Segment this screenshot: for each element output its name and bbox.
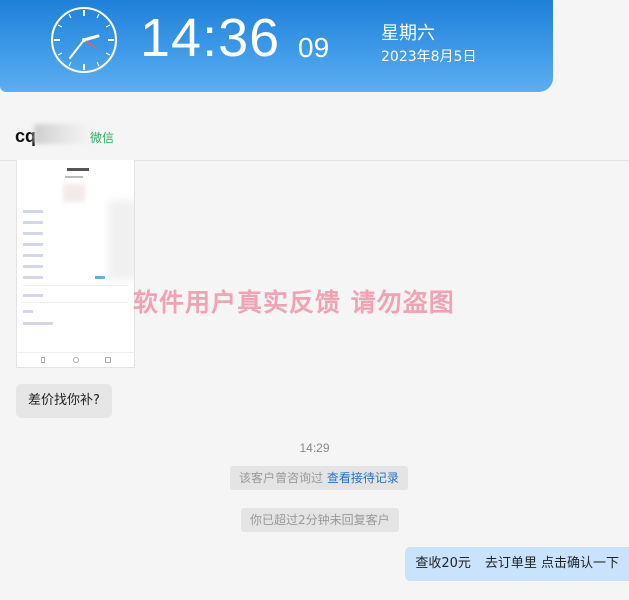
agent-reply-part1: 查收20元 xyxy=(415,556,471,571)
agent-message-bubble[interactable]: 查收20元 去订单里 点击确认一下 xyxy=(405,547,629,581)
thumb-nav-dot xyxy=(105,357,111,363)
analog-clock-icon xyxy=(51,7,117,73)
contact-name[interactable]: cq xyxy=(15,126,36,147)
channel-tag: 微信 xyxy=(90,131,115,145)
thumb-menu-line xyxy=(23,243,43,246)
thumb-nav-dot xyxy=(73,357,79,363)
thumb-menu-line xyxy=(23,294,43,297)
thumb-menu-line xyxy=(23,232,43,235)
thumb-menu-line xyxy=(23,210,43,213)
thumb-subtitle-block xyxy=(65,176,83,178)
thumb-divider xyxy=(23,302,128,303)
agent-reply-part2: 去订单里 点击确认一下 xyxy=(484,556,619,571)
thumb-header-block xyxy=(67,168,89,171)
thumb-blue-tag xyxy=(95,276,105,279)
view-reception-record-link[interactable]: 查看接待记录 xyxy=(327,471,399,485)
thumb-menu-line xyxy=(23,221,43,224)
shared-image-message[interactable] xyxy=(16,160,135,368)
clock-banner: 14:36 09 星期六 2023年8月5日 xyxy=(0,0,553,92)
thumb-menu-line xyxy=(23,276,43,279)
message-timestamp: 14:29 xyxy=(299,441,330,455)
watermark-text: 软件用户真实反馈 请勿盗图 xyxy=(133,288,455,317)
thumb-menu-line xyxy=(23,254,43,257)
thumb-menu-line xyxy=(23,310,33,313)
redacted-name-blur xyxy=(34,124,92,144)
thumb-nav-bar xyxy=(17,352,134,367)
clock-weekday: 星期六 xyxy=(381,23,435,44)
timeout-note: 你已超过2分钟未回复客户 xyxy=(241,508,399,532)
consult-history-note: 该客户曾咨询过 查看接待记录 xyxy=(230,466,408,490)
thumb-nav-dot xyxy=(41,357,45,363)
thumb-avatar-blur xyxy=(63,184,85,202)
thumb-divider xyxy=(23,285,128,286)
consult-note-text: 该客户曾咨询过 xyxy=(239,471,324,485)
customer-message-bubble[interactable]: 差价找你补? xyxy=(16,384,112,418)
thumb-menu-line xyxy=(23,322,53,325)
clock-date: 2023年8月5日 xyxy=(381,49,477,65)
clock-seconds: 09 xyxy=(298,32,330,63)
thumb-blur-right xyxy=(108,200,134,280)
chat-header: cq 微信 xyxy=(0,94,629,161)
thumb-menu-line xyxy=(23,265,43,268)
clock-time: 14:36 xyxy=(140,8,281,68)
